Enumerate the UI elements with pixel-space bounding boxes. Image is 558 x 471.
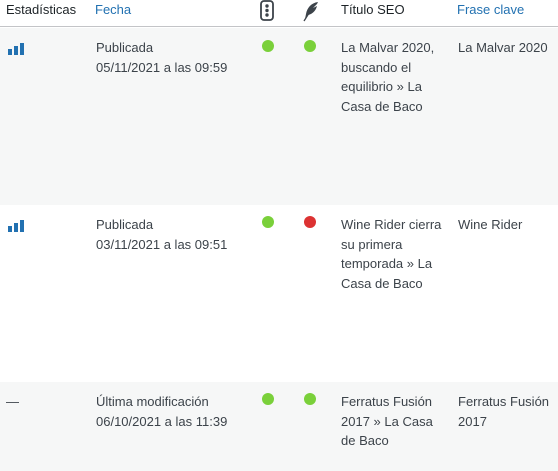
post-status: Publicada bbox=[96, 217, 154, 232]
column-header-date[interactable]: Fecha bbox=[95, 1, 131, 19]
date-cell: Publicada 05/11/2021 a las 09:59 bbox=[96, 38, 246, 77]
bar-chart-icon[interactable] bbox=[8, 41, 25, 55]
post-status: Última modificación bbox=[96, 394, 209, 409]
table-row: Publicada 03/11/2021 a las 09:51 Wine Ri… bbox=[0, 205, 558, 382]
seo-status-icon bbox=[304, 216, 316, 228]
table-row: — Última modificación 06/10/2021 a las 1… bbox=[0, 382, 558, 471]
table-header: Estadísticas Fecha Título SEO Frase clav… bbox=[0, 0, 558, 27]
readability-status-icon bbox=[262, 216, 274, 228]
keyphrase-cell: La Malvar 2020 bbox=[458, 40, 548, 55]
feather-icon bbox=[302, 0, 320, 27]
post-date: 05/11/2021 a las 09:59 bbox=[96, 59, 228, 75]
seo-title-cell: Wine Rider cierra su primera temporada »… bbox=[341, 217, 442, 291]
date-cell: Publicada 03/11/2021 a las 09:51 bbox=[96, 215, 246, 254]
column-header-seo-title: Título SEO bbox=[341, 2, 405, 17]
table-row: Publicada 05/11/2021 a las 09:59 La Malv… bbox=[0, 28, 558, 205]
bar-chart-icon[interactable] bbox=[8, 218, 25, 232]
readability-status-icon bbox=[262, 393, 274, 405]
seo-status-icon bbox=[304, 40, 316, 52]
post-date: 03/11/2021 a las 09:51 bbox=[96, 236, 228, 252]
keyphrase-cell: Ferratus Fusión 2017 bbox=[458, 394, 550, 429]
no-stats-dash: — bbox=[6, 394, 19, 409]
keyphrase-cell: Wine Rider bbox=[458, 217, 523, 232]
post-status: Publicada bbox=[96, 40, 154, 55]
date-cell: Última modificación 06/10/2021 a las 11:… bbox=[96, 392, 246, 431]
seo-status-icon bbox=[304, 393, 316, 405]
post-date: 06/10/2021 a las 11:39 bbox=[96, 413, 228, 429]
readability-status-icon bbox=[262, 40, 274, 52]
posts-table: Estadísticas Fecha Título SEO Frase clav… bbox=[0, 0, 558, 471]
traffic-light-icon bbox=[258, 0, 276, 27]
column-header-keyphrase[interactable]: Frase clave bbox=[457, 1, 524, 19]
seo-title-cell: La Malvar 2020, buscando el equilibrio »… bbox=[341, 40, 435, 114]
seo-title-cell: Ferratus Fusión 2017 » La Casa de Baco bbox=[341, 394, 433, 448]
column-header-stats: Estadísticas bbox=[6, 2, 77, 17]
